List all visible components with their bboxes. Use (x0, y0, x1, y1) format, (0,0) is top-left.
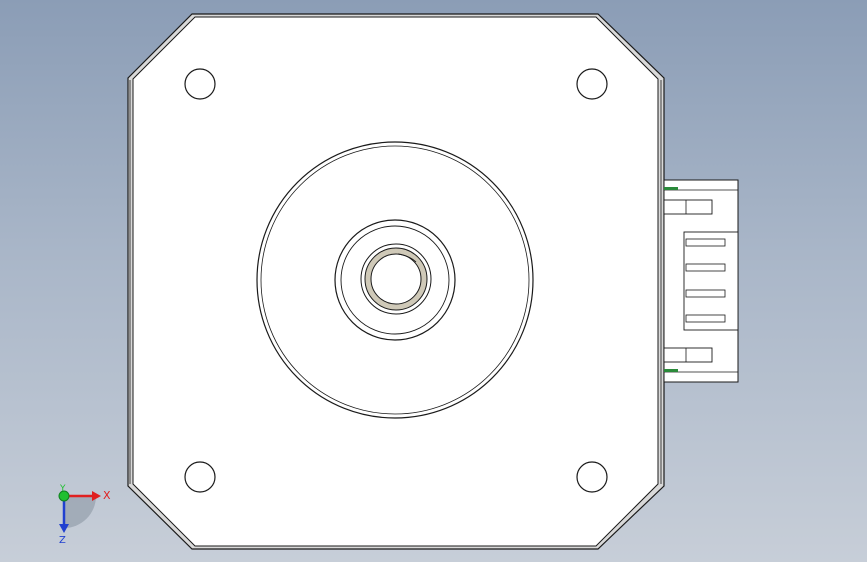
orientation-triad[interactable]: X Y Z (58, 484, 111, 546)
triad-shadow (64, 496, 96, 528)
connector-pin (685, 238, 726, 247)
connector-accent-top (664, 187, 678, 190)
connector-pin (685, 314, 726, 323)
connector (663, 179, 739, 383)
y-axis-label: Y (59, 484, 66, 494)
z-axis-arrow (59, 524, 69, 533)
connector-pin (685, 289, 726, 298)
x-axis-arrow (92, 491, 101, 501)
z-axis-label: Z (59, 535, 66, 546)
shaft-end (370, 253, 422, 305)
mounting-hole-bottom-right (576, 461, 608, 493)
x-axis-label: X (103, 489, 111, 502)
mounting-hole-bottom-left (184, 461, 216, 493)
cad-viewport[interactable]: X Y Z (0, 0, 867, 562)
connector-latch-bottom (663, 347, 713, 363)
mounting-hole-top-right (576, 68, 608, 100)
connector-accent-bottom (664, 369, 678, 372)
mounting-hole-top-left (184, 68, 216, 100)
connector-pin (685, 263, 726, 272)
connector-latch-top (663, 199, 713, 215)
